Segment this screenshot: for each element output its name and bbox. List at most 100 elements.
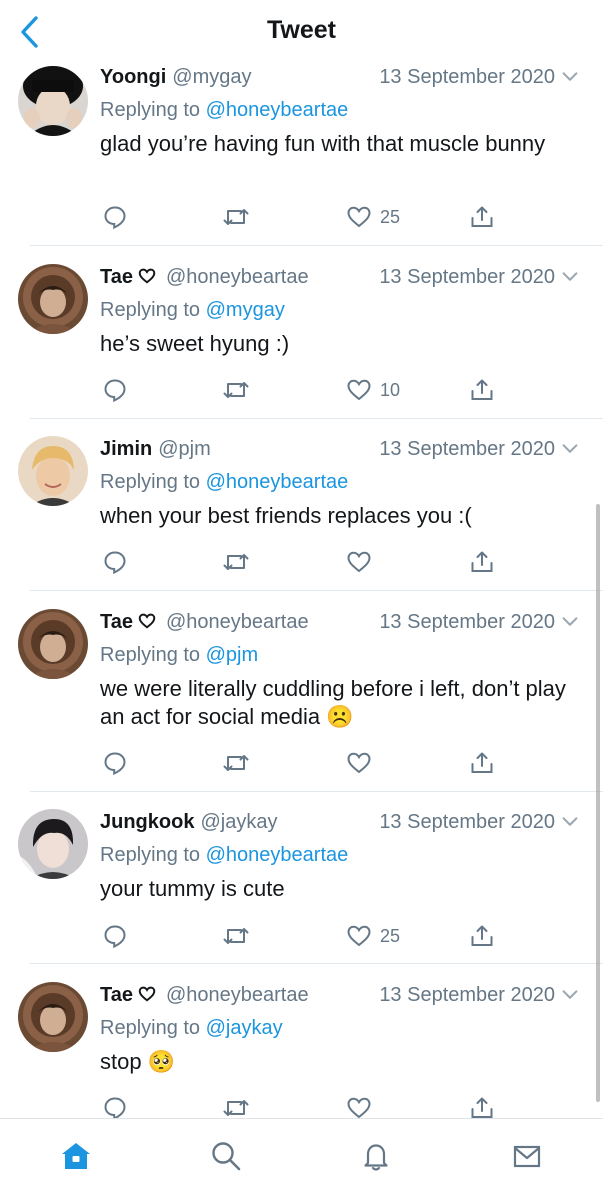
- tweet[interactable]: Tae @honeybeartae 13 September 2020 Reply…: [0, 262, 603, 419]
- heart-icon: [347, 925, 371, 947]
- tweet-date: 13 September 2020: [379, 438, 555, 460]
- reply-mention-link[interactable]: @jaykay: [206, 1017, 283, 1039]
- share-icon: [471, 1097, 493, 1118]
- retweet-button[interactable]: [222, 921, 250, 951]
- chevron-down-icon[interactable]: [559, 811, 581, 833]
- tweet-text: your tummy is cute: [100, 876, 285, 901]
- share-button[interactable]: [469, 748, 495, 778]
- like-button[interactable]: 25: [346, 202, 400, 232]
- replying-to: Replying to @honeybeartae: [100, 471, 349, 493]
- tweet[interactable]: Tae @honeybeartae 13 September 2020 Reply…: [0, 980, 603, 1118]
- author-handle[interactable]: @jaykay: [200, 811, 277, 833]
- retweet-icon: [223, 382, 249, 398]
- chevron-down-icon[interactable]: [559, 66, 581, 88]
- tab-search[interactable]: [209, 1139, 243, 1173]
- tweet-date: 13 September 2020: [379, 611, 555, 633]
- retweet-button[interactable]: [222, 202, 250, 232]
- reply-mention-link[interactable]: @mygay: [206, 299, 285, 321]
- tab-messages[interactable]: [510, 1139, 544, 1173]
- reply-button[interactable]: [102, 921, 128, 951]
- tweet[interactable]: Tae @honeybeartae 13 September 2020 Reply…: [0, 607, 603, 792]
- tweet-date: 13 September 2020: [379, 811, 555, 833]
- tweet-text: stop 🥺: [100, 1049, 176, 1074]
- reply-mention-link[interactable]: @honeybeartae: [206, 99, 349, 121]
- scrollbar[interactable]: [596, 504, 600, 1102]
- retweet-button[interactable]: [222, 375, 250, 405]
- author-name[interactable]: Jimin: [100, 438, 152, 460]
- author-handle[interactable]: @honeybeartae: [166, 611, 309, 633]
- avatar[interactable]: [18, 436, 88, 506]
- heart-emoji-icon: [138, 613, 156, 629]
- heart-icon: [347, 379, 371, 401]
- like-button[interactable]: [346, 547, 380, 577]
- retweet-icon: [223, 755, 249, 771]
- tweet[interactable]: Jungkook @jaykay 13 September 2020 Replyi…: [0, 807, 603, 964]
- author-name[interactable]: Tae: [100, 984, 133, 1006]
- reply-button[interactable]: [102, 547, 128, 577]
- reply-button[interactable]: [102, 202, 128, 232]
- share-button[interactable]: [469, 375, 495, 405]
- reply-icon: [104, 206, 126, 230]
- tweet-date: 13 September 2020: [379, 266, 555, 288]
- divider: [30, 963, 603, 964]
- mail-icon: [513, 1145, 541, 1168]
- retweet-button[interactable]: [222, 748, 250, 778]
- author-handle[interactable]: @honeybeartae: [166, 266, 309, 288]
- like-button[interactable]: 10: [346, 375, 400, 405]
- author-name[interactable]: Tae: [100, 266, 133, 288]
- replying-to: Replying to @honeybeartae: [100, 99, 349, 121]
- heart-icon: [347, 551, 371, 573]
- page-title: Tweet: [267, 16, 336, 44]
- retweet-button[interactable]: [222, 547, 250, 577]
- retweet-icon: [223, 554, 249, 570]
- author-name[interactable]: Yoongi: [100, 66, 166, 88]
- chevron-down-icon[interactable]: [559, 984, 581, 1006]
- share-button[interactable]: [469, 547, 495, 577]
- avatar[interactable]: [18, 809, 88, 879]
- author-handle[interactable]: @pjm: [158, 438, 211, 460]
- avatar[interactable]: [18, 264, 88, 334]
- reply-button[interactable]: [102, 748, 128, 778]
- share-icon: [471, 206, 493, 227]
- reply-button[interactable]: [102, 375, 128, 405]
- avatar[interactable]: [18, 66, 88, 136]
- reply-button[interactable]: [102, 1093, 128, 1118]
- replying-to: Replying to @mygay: [100, 299, 285, 321]
- replying-to: Replying to @jaykay: [100, 1017, 283, 1039]
- chevron-down-icon[interactable]: [559, 438, 581, 460]
- divider: [30, 590, 603, 591]
- reply-mention-link[interactable]: @honeybeartae: [206, 844, 349, 866]
- reply-icon: [104, 1097, 126, 1118]
- tab-home[interactable]: [59, 1139, 93, 1173]
- author-handle[interactable]: @honeybeartae: [166, 984, 309, 1006]
- author-handle[interactable]: @mygay: [172, 66, 251, 88]
- like-button[interactable]: [346, 1093, 380, 1118]
- tweet-text: glad you’re having fun with that muscle …: [100, 131, 546, 156]
- tweet[interactable]: Yoongi @mygay 13 September 2020 Replying …: [0, 62, 603, 246]
- reply-icon: [104, 925, 126, 949]
- chevron-down-icon[interactable]: [559, 266, 581, 288]
- share-button[interactable]: [469, 1093, 495, 1118]
- divider: [30, 245, 603, 246]
- reply-mention-link[interactable]: @honeybeartae: [206, 471, 349, 493]
- tweet-date: 13 September 2020: [379, 984, 555, 1006]
- top-nav-bar: Tweet: [0, 0, 603, 66]
- avatar[interactable]: [18, 609, 88, 679]
- author-name[interactable]: Jungkook: [100, 811, 194, 833]
- divider: [30, 791, 603, 792]
- tweet-thread: Yoongi @mygay 13 September 2020 Replying …: [0, 0, 603, 1118]
- share-button[interactable]: [469, 921, 495, 951]
- author-name[interactable]: Tae: [100, 611, 133, 633]
- avatar[interactable]: [18, 982, 88, 1052]
- share-icon: [471, 925, 493, 946]
- tweet[interactable]: Jimin @pjm 13 September 2020 Replying to …: [0, 434, 603, 591]
- chevron-down-icon[interactable]: [559, 611, 581, 633]
- tab-notifications[interactable]: [359, 1139, 393, 1173]
- home-icon: [62, 1143, 90, 1169]
- like-button[interactable]: 25: [346, 921, 400, 951]
- retweet-button[interactable]: [222, 1093, 250, 1118]
- like-button[interactable]: [346, 748, 380, 778]
- share-button[interactable]: [469, 202, 495, 232]
- reply-mention-link[interactable]: @pjm: [206, 644, 259, 666]
- tweet-text: he’s sweet hyung :): [100, 331, 290, 356]
